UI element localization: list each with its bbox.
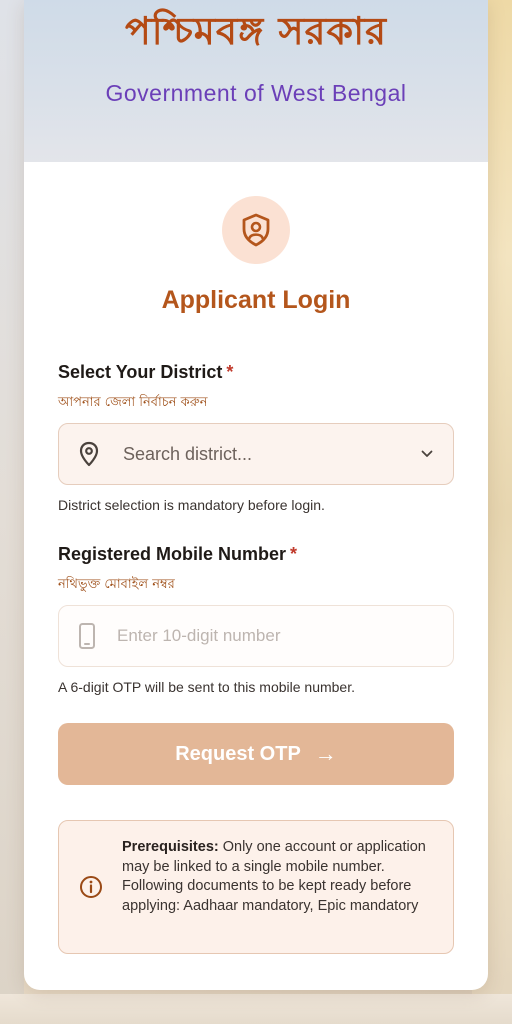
district-search-input[interactable]: Search district... <box>123 444 421 465</box>
mobile-number-input[interactable]: Enter 10-digit number <box>117 626 453 646</box>
district-label: Select Your District * <box>58 362 233 383</box>
shield-user-icon <box>222 196 290 264</box>
district-help-text: District selection is mandatory before l… <box>58 497 325 513</box>
header: পশ্চিমবঙ্গ সরকার Government of West Beng… <box>24 0 488 162</box>
required-mark: * <box>290 544 298 564</box>
request-otp-button[interactable]: Request OTP → <box>58 723 454 785</box>
header-title-english: Government of West Bengal <box>105 80 407 106</box>
required-mark: * <box>226 362 234 382</box>
header-title-bengali: পশ্চিমবঙ্গ সরকার <box>124 8 387 53</box>
chevron-down-icon[interactable] <box>421 450 433 458</box>
mobile-phone-icon <box>77 622 111 650</box>
prerequisites-heading: Prerequisites: <box>122 839 219 855</box>
info-icon <box>79 875 103 903</box>
request-otp-label: Request OTP <box>175 742 301 765</box>
arrow-right-icon: → <box>314 741 337 766</box>
mobile-label-text: Registered Mobile Number <box>58 544 287 564</box>
mobile-help-text: A 6-digit OTP will be sent to this mobil… <box>58 679 355 695</box>
login-card: পশ্চিমবঙ্গ সরকার Government of West Beng… <box>24 0 488 990</box>
location-pin-icon <box>77 441 111 467</box>
mobile-sublabel-bengali: নথিভুক্ত মোবাইল নম্বর <box>58 577 175 592</box>
district-label-text: Select Your District <box>58 362 223 382</box>
district-sublabel-bengali: আপনার জেলা নির্বাচন করুন <box>58 395 208 410</box>
prerequisites-notice: Prerequisites: Only one account or appli… <box>58 820 454 954</box>
background-left <box>0 0 24 1024</box>
district-select[interactable]: Search district... <box>58 423 454 485</box>
prerequisites-text: Prerequisites: Only one account or appli… <box>122 838 440 916</box>
background-bottom <box>0 994 512 1024</box>
page-title: Applicant Login <box>161 286 351 314</box>
mobile-label: Registered Mobile Number * <box>58 544 297 565</box>
mobile-number-field[interactable]: Enter 10-digit number <box>58 605 454 667</box>
